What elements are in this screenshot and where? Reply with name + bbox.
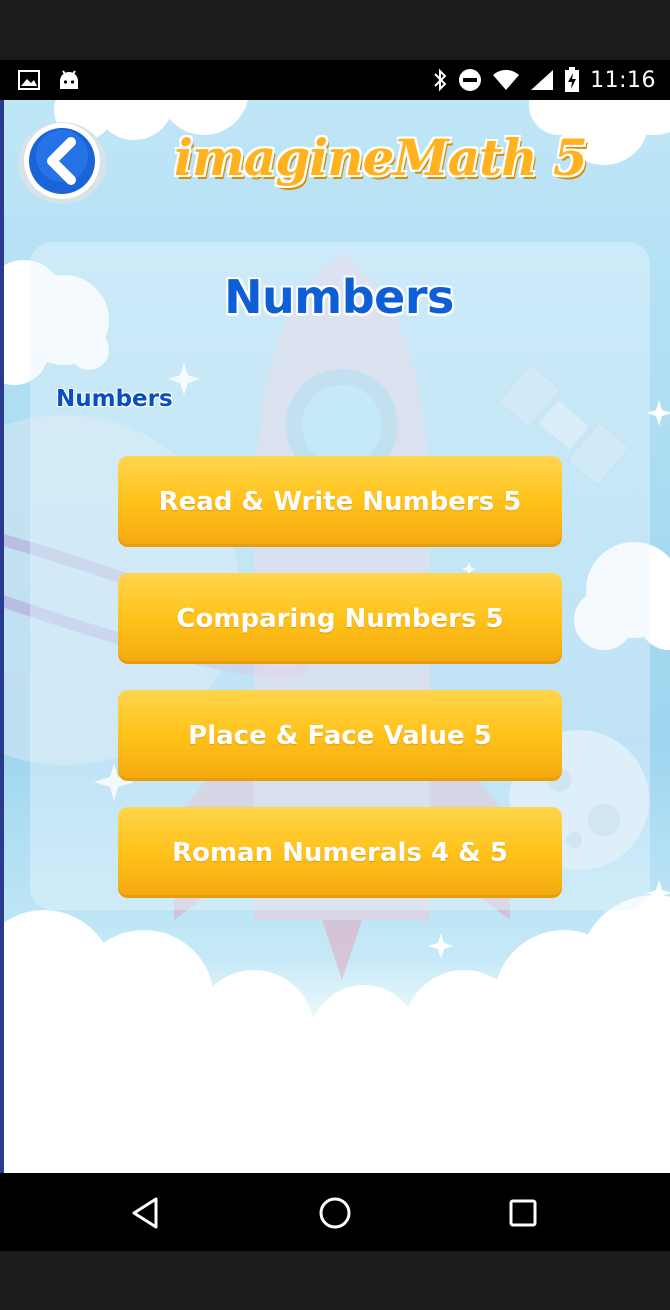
- topic-button-roman-numerals[interactable]: Roman Numerals 4 & 5: [118, 807, 562, 898]
- topic-button-read-write-numbers[interactable]: Read & Write Numbers 5: [118, 456, 562, 547]
- bottom-letterbox: [0, 1251, 670, 1310]
- clock-time: 11:16: [590, 67, 656, 93]
- back-triangle-icon: [132, 1197, 158, 1229]
- bluetooth-icon: [434, 68, 447, 92]
- app-logo: imagineMath 5: [174, 128, 588, 187]
- status-bar: 11:16: [0, 60, 670, 100]
- wifi-icon: [493, 69, 520, 90]
- topic-button-comparing-numbers[interactable]: Comparing Numbers 5: [118, 573, 562, 664]
- nav-home-button[interactable]: [315, 1193, 355, 1233]
- chevron-left-icon: [18, 122, 106, 204]
- topic-button-place-face-value[interactable]: Place & Face Value 5: [118, 690, 562, 781]
- app-screen: imagineMath 5 Numbers Numbers Read & Wri…: [0, 100, 670, 1173]
- topic-button-label: Place & Face Value 5: [188, 720, 492, 751]
- nav-back-button[interactable]: [126, 1193, 166, 1233]
- cell-signal-icon: [531, 70, 554, 90]
- do-not-disturb-icon: [459, 69, 482, 91]
- image-icon: [18, 70, 40, 90]
- battery-charging-icon: [565, 67, 580, 92]
- topic-button-label: Roman Numerals 4 & 5: [172, 837, 508, 868]
- nav-recents-button[interactable]: [503, 1193, 543, 1233]
- android-icon: [60, 70, 78, 89]
- topic-button-label: Read & Write Numbers 5: [158, 486, 522, 517]
- back-button[interactable]: [16, 118, 108, 204]
- top-letterbox: [0, 0, 670, 60]
- section-label: Numbers: [56, 386, 173, 412]
- topic-button-label: Comparing Numbers 5: [176, 603, 504, 634]
- page-title: Numbers: [224, 270, 454, 324]
- system-nav-bar: [0, 1173, 670, 1251]
- recents-square-icon: [509, 1199, 537, 1227]
- home-circle-icon: [319, 1197, 351, 1229]
